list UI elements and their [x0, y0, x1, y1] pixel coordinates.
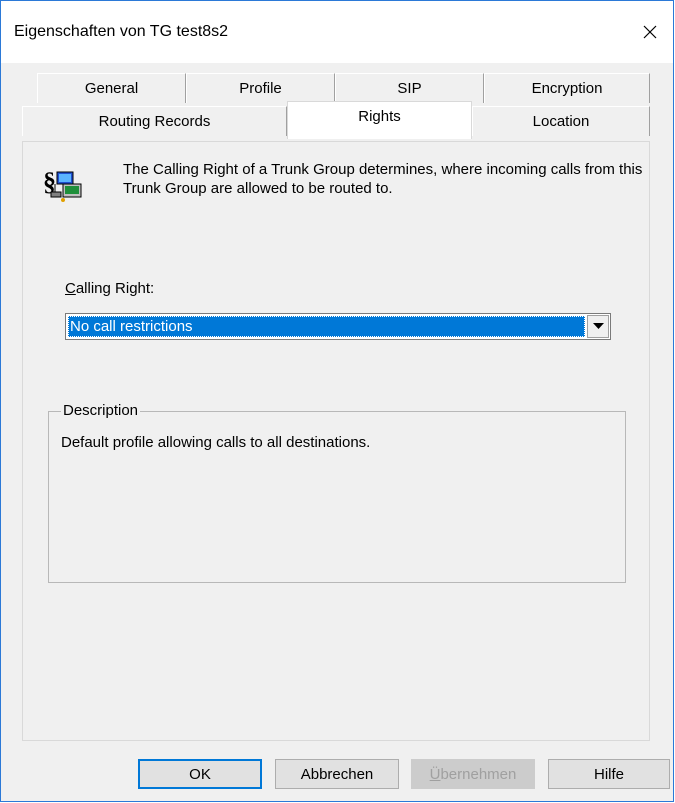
trunk-group-rights-icon: §: [43, 167, 82, 202]
close-icon: [643, 25, 657, 39]
close-button[interactable]: [627, 1, 673, 63]
tab-encryption[interactable]: Encryption: [484, 73, 650, 103]
info-text: The Calling Right of a Trunk Group deter…: [123, 161, 643, 197]
chevron-down-icon: [592, 323, 604, 329]
title-bar: Eigenschaften von TG test8s2: [1, 1, 673, 63]
description-text: Default profile allowing calls to all de…: [61, 434, 371, 451]
ok-button[interactable]: OK: [138, 759, 262, 789]
calling-right-dropdown[interactable]: No call restrictions: [65, 313, 611, 340]
apply-button[interactable]: Übernehmen: [411, 759, 535, 789]
calling-right-selected-value: No call restrictions: [68, 316, 585, 337]
tab-rights[interactable]: Rights: [287, 101, 472, 139]
tab-routing-records[interactable]: Routing Records: [22, 106, 287, 136]
dialog-window: Eigenschaften von TG test8s2 General Pro…: [0, 0, 674, 802]
calling-right-label: Calling Right:: [65, 280, 155, 297]
tab-location[interactable]: Location: [472, 106, 650, 136]
tab-sip[interactable]: SIP: [335, 73, 484, 103]
window-title: Eigenschaften von TG test8s2: [14, 23, 229, 40]
rights-panel: § The Calling Right of a Trunk Group det…: [22, 141, 650, 741]
tab-strip: General Profile SIP Encryption Routing R…: [22, 73, 650, 143]
cancel-button[interactable]: Abbrechen: [275, 759, 399, 789]
dropdown-arrow-button[interactable]: [587, 315, 609, 338]
help-button[interactable]: Hilfe: [548, 759, 670, 789]
description-groupbox: Description Default profile allowing cal…: [48, 402, 626, 583]
description-title: Description: [61, 402, 141, 419]
tab-general[interactable]: General: [37, 73, 186, 103]
tab-profile[interactable]: Profile: [186, 73, 335, 103]
